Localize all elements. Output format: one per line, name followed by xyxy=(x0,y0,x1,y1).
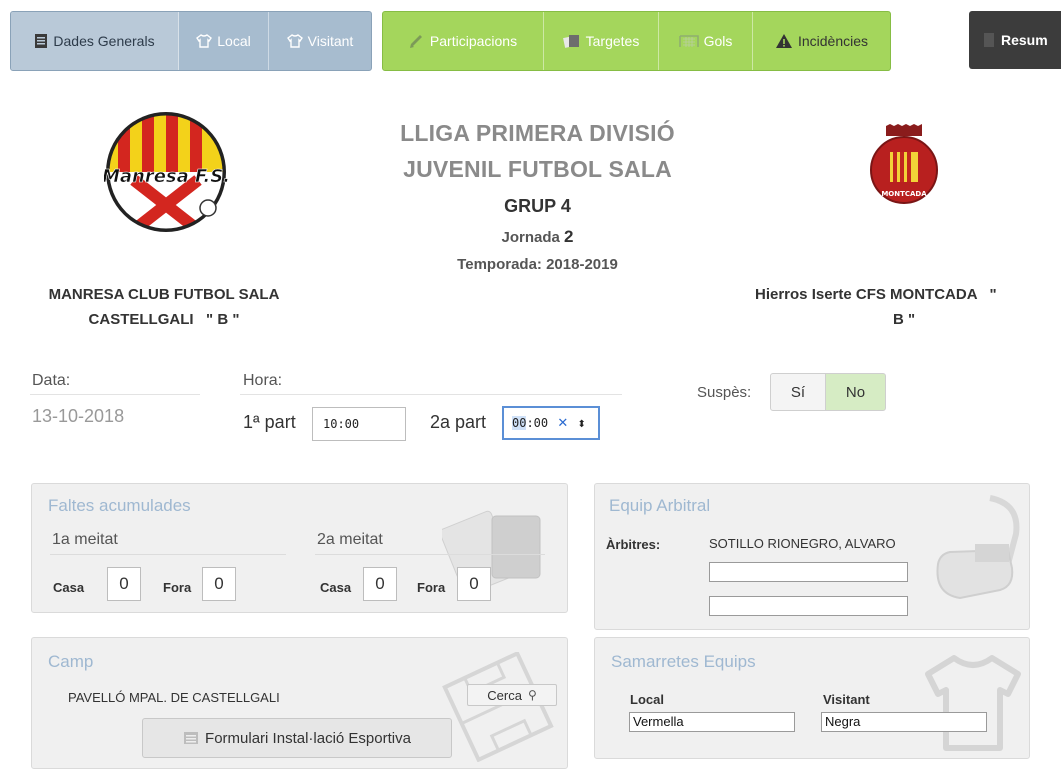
league-title-line1: LLIGA PRIMERA DIVISIÓ xyxy=(400,120,675,146)
referees-title: Equip Arbitral xyxy=(609,496,711,515)
round-text: Jornada xyxy=(501,229,560,246)
half1-home-fouls[interactable]: 0 xyxy=(107,567,141,601)
suspended-yes-button[interactable]: Sí xyxy=(770,373,826,411)
spinner-icon[interactable]: ⬍ xyxy=(578,419,586,430)
home-logo-text: Manresa F.S. xyxy=(104,166,228,187)
half1-away-fouls[interactable]: 0 xyxy=(202,567,236,601)
part1-label: 1ª part xyxy=(243,412,296,432)
away-team-name: Hierros Iserte CFS MONTCADA " B " xyxy=(755,282,1061,332)
visitor-shirt-input[interactable]: Negra xyxy=(821,712,987,732)
main-referee-name: SOTILLO RIONEGRO, ALVARO xyxy=(709,536,896,551)
tab-label: Dades Generals xyxy=(53,33,155,49)
assistant-referee1-input[interactable] xyxy=(709,562,908,582)
half1-underline xyxy=(50,554,286,555)
season-label: Temporada: 2018-2019 xyxy=(457,256,618,273)
round-label: Jornada 2 xyxy=(300,227,775,247)
form-icon xyxy=(184,732,199,744)
suspended-no-button[interactable]: No xyxy=(825,373,886,411)
half2-home-label: Casa xyxy=(320,580,352,595)
cards-icon xyxy=(562,35,579,48)
away-logo-text: MONTCADA xyxy=(881,190,927,198)
away-team-line1: Hierros Iserte CFS MONTCADA " xyxy=(755,286,997,303)
shirt-icon xyxy=(196,34,213,48)
document-icon xyxy=(35,34,48,48)
shirt-local-label: Local xyxy=(630,692,664,707)
league-title-line2: JUVENIL FUTBOL SALA xyxy=(403,156,672,182)
whistle-watermark-icon xyxy=(936,495,1020,600)
half2-home-fouls[interactable]: 0 xyxy=(363,567,397,601)
date-value: 13-10-2018 xyxy=(32,406,125,426)
tab-participacions[interactable]: Participacions xyxy=(383,12,544,70)
venue-name: PAVELLÓ MPAL. DE CASTELLGALI xyxy=(68,690,280,705)
away-team-line2: B " xyxy=(893,311,916,328)
fouls-panel: Faltes acumulades 1a meitat Casa 0 Fora … xyxy=(31,483,568,613)
tab-label: Incidències xyxy=(797,33,869,49)
tab-label: Targetes xyxy=(585,33,640,49)
part2-time-hours: 00 xyxy=(512,416,527,430)
tab-label: Participacions xyxy=(429,33,518,49)
shirts-title: Samarretes Equips xyxy=(611,652,756,671)
clipboard-icon xyxy=(409,35,422,48)
tab-resum[interactable]: Resum xyxy=(969,11,1061,69)
shirt-visitor-label: Visitant xyxy=(823,692,870,707)
hour-underline xyxy=(240,394,622,395)
round-number: 2 xyxy=(564,227,574,246)
part2-time-input[interactable]: 00:00 ✕ ⬍ xyxy=(502,406,600,440)
form-button-label: Formulari Instal·lació Esportiva xyxy=(205,729,411,747)
search-venue-button[interactable]: Cerca ⚲ xyxy=(467,684,557,706)
home-team-line1: MANRESA CLUB FUTBOL SALA xyxy=(48,286,280,303)
assistant-referee2-input[interactable] xyxy=(709,596,908,616)
date-label: Data: xyxy=(32,372,71,389)
tab-label: Gols xyxy=(703,33,733,49)
half1-home-label: Casa xyxy=(53,580,85,595)
tab-label: Visitant xyxy=(307,33,354,49)
primary-tab-bar: Dades Generals Local Visitant xyxy=(10,11,372,71)
half2-underline xyxy=(315,554,545,555)
search-icon: ⚲ xyxy=(527,688,537,702)
home-team-name: MANRESA CLUB FUTBOL SALA CASTELLGALI " B… xyxy=(14,282,314,332)
tab-incidencies[interactable]: Incidències xyxy=(753,12,890,70)
tab-targetes[interactable]: Targetes xyxy=(544,12,659,70)
shirts-panel: Samarretes Equips Local Visitant Vermell… xyxy=(594,637,1030,759)
tab-gols[interactable]: Gols xyxy=(659,12,753,70)
hour-label: Hora: xyxy=(243,372,283,389)
tab-local[interactable]: Local xyxy=(179,12,269,70)
part1-time-input[interactable]: 10:00 xyxy=(312,407,406,441)
match-events-tab-bar: Participacions Targetes Gols Incidències xyxy=(382,11,891,71)
half2-label: 2a meitat xyxy=(317,531,383,548)
summary-icon xyxy=(984,33,994,47)
group-label: GRUP 4 xyxy=(504,196,571,216)
home-team-line2: CASTELLGALI " B " xyxy=(88,311,240,328)
local-shirt-input[interactable]: Vermella xyxy=(629,712,795,732)
tab-label: Local xyxy=(217,33,251,49)
referees-label: Àrbitres: xyxy=(606,537,661,552)
half1-away-label: Fora xyxy=(163,580,192,595)
clear-icon[interactable]: ✕ xyxy=(557,416,568,431)
half2-away-fouls[interactable]: 0 xyxy=(457,567,491,601)
tab-label: Resum xyxy=(1001,32,1048,48)
date-underline xyxy=(30,394,200,395)
field-panel: Camp PAVELLÓ MPAL. DE CASTELLGALI Cerca … xyxy=(31,637,568,769)
suspended-label: Suspès: xyxy=(697,384,752,401)
warning-icon xyxy=(775,34,792,48)
referees-panel: Equip Arbitral Àrbitres: SOTILLO RIONEGR… xyxy=(594,483,1030,630)
sports-facility-form-button[interactable]: Formulari Instal·lació Esportiva xyxy=(142,718,452,758)
tab-visitant[interactable]: Visitant xyxy=(269,12,371,70)
half1-label: 1a meitat xyxy=(52,531,118,548)
shirt-watermark-icon xyxy=(925,655,1021,751)
part2-label: 2a part xyxy=(430,412,487,432)
fouls-title: Faltes acumulades xyxy=(48,496,191,515)
home-team-logo: Manresa F.S. xyxy=(102,110,230,234)
tab-dades-generals[interactable]: Dades Generals xyxy=(11,12,179,70)
pitch-watermark-icon xyxy=(442,652,554,762)
search-button-label: Cerca xyxy=(487,687,522,703)
half2-away-label: Fora xyxy=(417,580,446,595)
part2-time-minutes: :00 xyxy=(526,416,549,430)
goal-net-icon xyxy=(678,35,699,47)
field-title: Camp xyxy=(48,652,94,671)
away-team-logo: MONTCADA xyxy=(870,124,938,208)
shirt-icon xyxy=(286,34,303,48)
